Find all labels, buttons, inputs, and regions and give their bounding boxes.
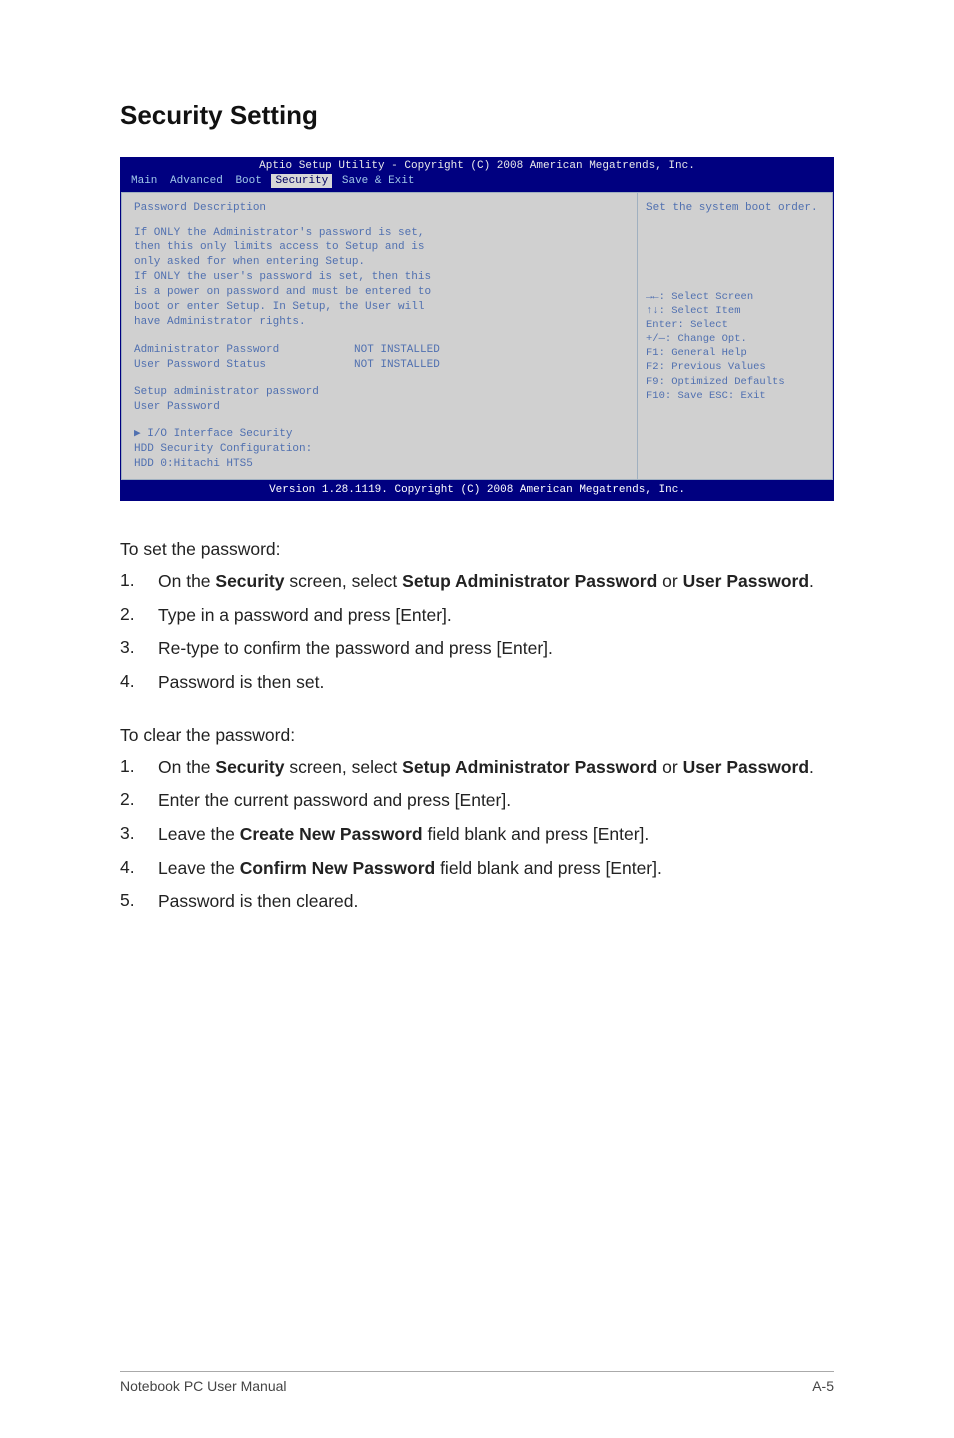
bios-left-pane: Password Description If ONLY the Adminis…	[122, 193, 637, 480]
list-item: 3. Re-type to confirm the password and p…	[120, 637, 834, 661]
desc-line: have Administrator rights.	[134, 315, 627, 330]
desc-line: If ONLY the Administrator's password is …	[134, 226, 627, 241]
section-intro: To clear the password:	[120, 725, 834, 746]
list-item: 2. Enter the current password and press …	[120, 789, 834, 813]
bios-body: Password Description If ONLY the Adminis…	[121, 192, 833, 481]
nav-line: +/—: Change Opt.	[646, 332, 824, 346]
item-number: 4.	[120, 857, 158, 881]
nav-line: Enter: Select	[646, 318, 824, 332]
hdd-security-configuration: HDD Security Configuration:	[134, 442, 627, 457]
item-text: Re-type to confirm the password and pres…	[158, 637, 834, 661]
admin-password-row: Administrator Password NOT INSTALLED	[134, 343, 627, 358]
admin-password-value: NOT INSTALLED	[354, 343, 440, 358]
item-number: 2.	[120, 789, 158, 813]
list-item: 4. Password is then set.	[120, 671, 834, 695]
bios-footer: Version 1.28.1119. Copyright (C) 2008 Am…	[120, 481, 834, 501]
tab-boot: Boot	[232, 175, 264, 187]
navigation-help: →←: Select Screen ↑↓: Select Item Enter:…	[646, 290, 824, 403]
nav-line: F2: Previous Values	[646, 360, 824, 374]
user-password: User Password	[134, 400, 627, 415]
hdd-item: HDD 0:Hitachi HTS5	[134, 457, 627, 472]
list-item: 5. Password is then cleared.	[120, 890, 834, 914]
desc-line: is a power on password and must be enter…	[134, 285, 627, 300]
item-number: 2.	[120, 604, 158, 628]
bios-tabs: Main Advanced Boot Security Save & Exit	[120, 174, 834, 192]
nav-line: ↑↓: Select Item	[646, 304, 824, 318]
user-password-status-row: User Password Status NOT INSTALLED	[134, 358, 627, 373]
nav-line: F10: Save ESC: Exit	[646, 389, 824, 403]
footer-right: A-5	[812, 1378, 834, 1394]
desc-line: then this only limits access to Setup an…	[134, 240, 627, 255]
set-password-list: 1. On the Security screen, select Setup …	[120, 570, 834, 695]
list-item: 1. On the Security screen, select Setup …	[120, 756, 834, 780]
help-text: Set the system boot order.	[646, 201, 824, 216]
nav-line: F1: General Help	[646, 346, 824, 360]
page-footer: Notebook PC User Manual A-5	[120, 1371, 834, 1394]
password-description-title: Password Description	[134, 201, 627, 216]
tab-save-exit: Save & Exit	[339, 175, 418, 187]
item-text: Enter the current password and press [En…	[158, 789, 834, 813]
bios-header: Aptio Setup Utility - Copyright (C) 2008…	[120, 157, 834, 174]
item-number: 5.	[120, 890, 158, 914]
item-number: 1.	[120, 570, 158, 594]
user-password-status-value: NOT INSTALLED	[354, 358, 440, 373]
list-item: 1. On the Security screen, select Setup …	[120, 570, 834, 594]
item-text: Type in a password and press [Enter].	[158, 604, 834, 628]
tab-main: Main	[128, 175, 160, 187]
item-number: 3.	[120, 637, 158, 661]
desc-line: only asked for when entering Setup.	[134, 255, 627, 270]
tab-security: Security	[271, 174, 332, 188]
item-number: 1.	[120, 756, 158, 780]
item-number: 4.	[120, 671, 158, 695]
item-text: Password is then set.	[158, 671, 834, 695]
item-text: On the Security screen, select Setup Adm…	[158, 570, 834, 594]
list-item: 4. Leave the Confirm New Password field …	[120, 857, 834, 881]
bios-screenshot: Aptio Setup Utility - Copyright (C) 2008…	[120, 157, 834, 501]
tab-advanced: Advanced	[167, 175, 226, 187]
item-text: Password is then cleared.	[158, 890, 834, 914]
desc-line: If ONLY the user's password is set, then…	[134, 270, 627, 285]
clear-password-list: 1. On the Security screen, select Setup …	[120, 756, 834, 914]
item-text: Leave the Confirm New Password field bla…	[158, 857, 834, 881]
list-item: 2. Type in a password and press [Enter].	[120, 604, 834, 628]
triangle-icon: ▶	[134, 428, 147, 440]
user-password-status-label: User Password Status	[134, 358, 354, 373]
footer-left: Notebook PC User Manual	[120, 1378, 287, 1394]
nav-line: →←: Select Screen	[646, 290, 824, 304]
item-text: On the Security screen, select Setup Adm…	[158, 756, 834, 780]
section-intro: To set the password:	[120, 539, 834, 560]
desc-line: boot or enter Setup. In Setup, the User …	[134, 300, 627, 315]
setup-admin-password: Setup administrator password	[134, 385, 627, 400]
item-text: Leave the Create New Password field blan…	[158, 823, 834, 847]
list-item: 3. Leave the Create New Password field b…	[120, 823, 834, 847]
page-title: Security Setting	[120, 100, 834, 131]
io-interface-security: I/O Interface Security	[147, 428, 292, 440]
nav-line: F9: Optimized Defaults	[646, 375, 824, 389]
admin-password-label: Administrator Password	[134, 343, 354, 358]
item-number: 3.	[120, 823, 158, 847]
bios-right-pane: Set the system boot order. →←: Select Sc…	[637, 193, 832, 480]
